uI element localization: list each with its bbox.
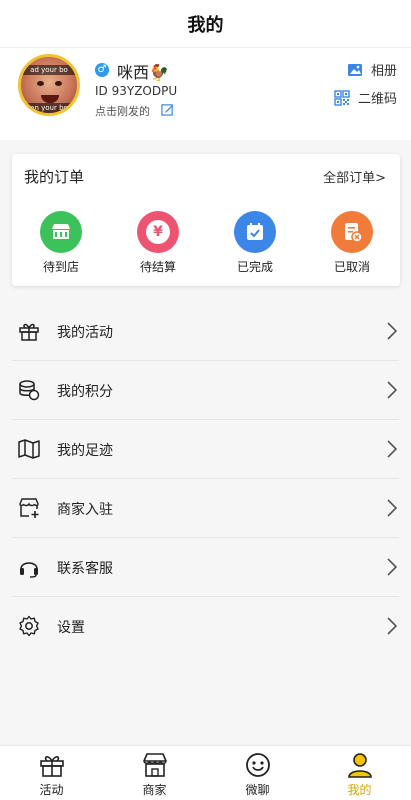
yen-symbol: ¥	[146, 220, 170, 244]
qrcode-label: 二维码	[357, 92, 397, 107]
yen-icon: ¥	[137, 211, 179, 253]
chevron-right-icon	[387, 499, 397, 517]
order-label: 待到店	[42, 260, 79, 274]
order-label: 已取消	[333, 260, 370, 274]
nickname: 咪西🐓	[117, 63, 169, 82]
gift-icon	[39, 756, 64, 777]
store-icon	[142, 753, 167, 777]
menu-item-customer-service[interactable]: 联系客服	[12, 538, 399, 597]
order-label: 已完成	[236, 260, 273, 274]
menu-label: 我的足迹	[57, 443, 113, 459]
gear-icon	[19, 615, 39, 637]
avatar[interactable]: ad your bo an your bo	[18, 54, 80, 116]
order-label: 待结算	[139, 260, 176, 274]
chevron-right-icon	[387, 617, 397, 635]
tab-merchants[interactable]: 商家	[103, 746, 206, 800]
avatar-mouth	[41, 95, 59, 103]
map-icon	[18, 439, 40, 459]
menu-label: 我的积分	[57, 384, 113, 400]
menu-list: 我的活动 我的积分 我的足迹 商家入驻 联系客服 设置	[0, 302, 411, 656]
edit-icon[interactable]	[161, 103, 174, 116]
qrcode-icon	[334, 89, 350, 106]
bottom-tab-bar: 活动 商家 微聊 我的	[0, 745, 411, 800]
avatar-eye	[55, 81, 62, 86]
tab-label: 商家	[142, 783, 167, 797]
menu-label: 我的活动	[57, 325, 113, 341]
menu-item-footprints[interactable]: 我的足迹	[12, 420, 399, 479]
male-icon: ♂	[95, 63, 109, 77]
menu-item-activities[interactable]: 我的活动	[12, 302, 399, 361]
gift-icon	[19, 323, 39, 341]
tab-label: 活动	[39, 783, 64, 797]
menu-label: 设置	[57, 620, 85, 636]
tab-label: 微聊	[245, 783, 270, 797]
user-id: ID 93YZODPU	[95, 84, 178, 98]
headset-icon	[20, 562, 38, 578]
store-add-icon	[19, 498, 39, 518]
user-icon	[347, 753, 372, 778]
chat-icon	[245, 753, 270, 777]
avatar-eye	[37, 81, 44, 86]
menu-label: 联系客服	[57, 561, 113, 577]
order-cancelled[interactable]: 已取消	[317, 211, 387, 275]
tab-chat[interactable]: 微聊	[206, 746, 309, 800]
order-pending-visit[interactable]: 待到店	[26, 211, 96, 275]
album-icon	[347, 63, 362, 76]
chevron-right-icon	[387, 558, 397, 576]
chevron-right-icon	[387, 440, 397, 458]
tab-activities[interactable]: 活动	[0, 746, 103, 800]
page-title: 我的	[187, 14, 224, 36]
all-orders-link[interactable]: 全部订单>	[323, 167, 386, 186]
calendar-check-icon	[234, 211, 276, 253]
avatar-caption-bottom: an your bo	[21, 103, 77, 113]
coins-icon	[19, 380, 40, 401]
menu-item-points[interactable]: 我的积分	[12, 361, 399, 420]
menu-label: 商家入驻	[57, 502, 113, 518]
chevron-right-icon	[387, 322, 397, 340]
tab-me[interactable]: 我的	[308, 746, 411, 800]
tab-label: 我的	[347, 783, 372, 797]
album-link[interactable]: 相册	[347, 60, 397, 79]
top-bar: 我的	[0, 0, 411, 48]
orders-card: 我的订单 全部订单> 待到店 ¥ 待结算 已完成 已取消	[12, 154, 400, 286]
order-pending-settle[interactable]: ¥ 待结算	[123, 211, 193, 275]
album-label: 相册	[370, 64, 397, 79]
qrcode-link[interactable]: 二维码	[334, 88, 397, 107]
profile-card: ad your bo an your bo ♂ 咪西🐓 ID 93YZODPU …	[0, 48, 411, 140]
menu-item-settings[interactable]: 设置	[12, 597, 399, 656]
avatar-caption-top: ad your bo	[21, 65, 77, 75]
orders-title: 我的订单	[24, 168, 85, 186]
store-icon	[40, 211, 82, 253]
menu-item-merchant-join[interactable]: 商家入驻	[12, 479, 399, 538]
document-cancel-icon	[331, 211, 373, 253]
order-completed[interactable]: 已完成	[220, 211, 290, 275]
profile-subtitle[interactable]: 点击刚发的	[95, 103, 150, 119]
chevron-right-icon	[387, 381, 397, 399]
